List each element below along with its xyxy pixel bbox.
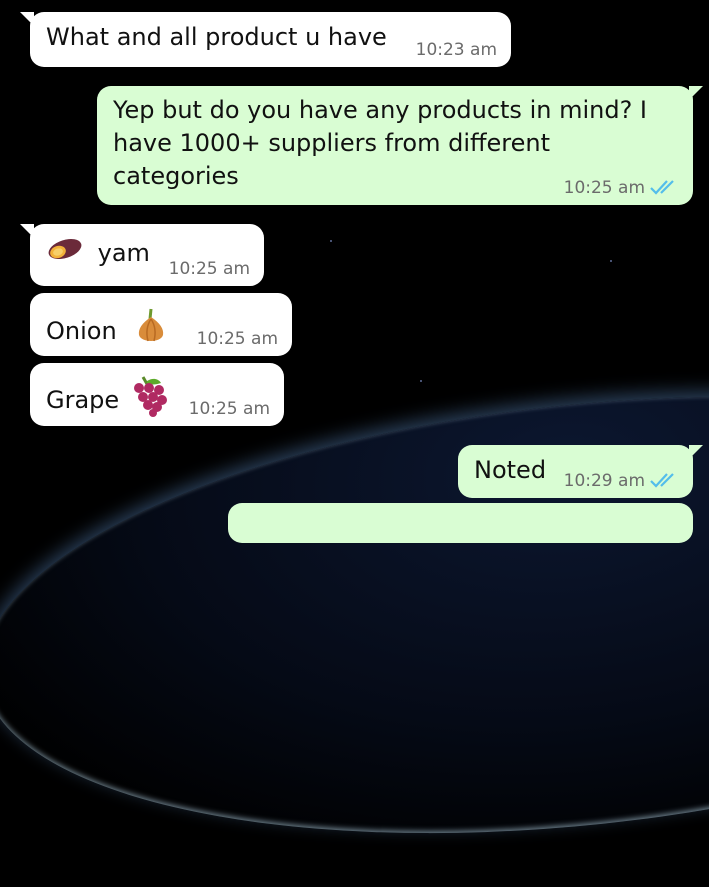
- message-time: 10:23 am: [415, 40, 497, 60]
- read-ticks-icon: [649, 179, 679, 195]
- message-meta: 10:29 am: [564, 472, 679, 490]
- message-time: 10:25 am: [188, 399, 270, 419]
- read-ticks-icon: [649, 472, 679, 488]
- message-time: 10:25 am: [563, 178, 645, 198]
- message-meta: 10:25 am: [564, 179, 679, 197]
- outgoing-message[interactable]: Yep but do you have any products in mind…: [97, 86, 703, 205]
- sweet-potato-icon: [46, 234, 84, 273]
- outgoing-message[interactable]: Noted 10:29 am: [458, 445, 703, 498]
- onion-icon: [136, 307, 166, 356]
- outgoing-message-partial[interactable]: [228, 503, 693, 543]
- message-text: Onion: [46, 317, 117, 345]
- message-time: 10:29 am: [563, 471, 645, 491]
- message-time: 10:25 am: [196, 329, 278, 349]
- message-text: What and all product u have: [46, 23, 387, 51]
- message-text: yam: [97, 239, 150, 267]
- incoming-message[interactable]: Grape 10:25 am: [30, 363, 284, 426]
- incoming-message[interactable]: yam 10:25 am: [20, 224, 264, 286]
- grapes-icon: [129, 375, 169, 426]
- message-time: 10:25 am: [168, 259, 250, 279]
- message-text: Yep but do you have any products in mind…: [113, 96, 648, 190]
- incoming-message[interactable]: Onion 10:25 am: [30, 293, 292, 356]
- message-text: Noted: [474, 456, 547, 484]
- message-text: Grape: [46, 386, 120, 414]
- incoming-message[interactable]: What and all product u have 10:23 am: [20, 12, 511, 67]
